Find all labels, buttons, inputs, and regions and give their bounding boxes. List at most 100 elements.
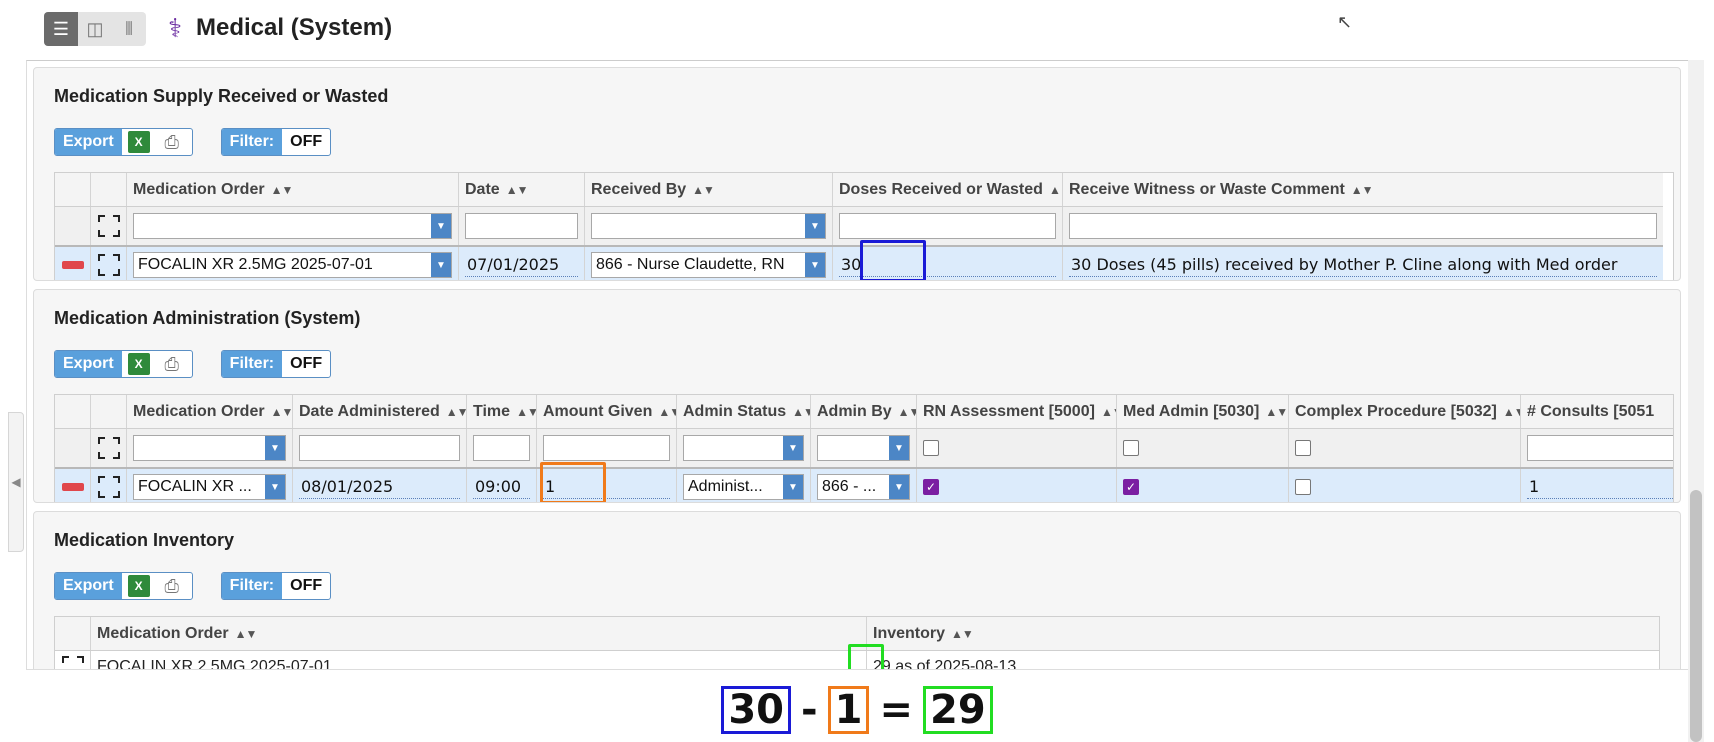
filter-medication-order[interactable]: ▼ xyxy=(127,429,293,467)
sort-icon[interactable]: ▲▼ xyxy=(271,405,292,419)
chevron-down-icon[interactable]: ▼ xyxy=(889,436,909,460)
filter-consults[interactable] xyxy=(1521,429,1673,467)
column-header-time[interactable]: Time ▲▼ xyxy=(467,395,537,428)
sort-icon[interactable]: ▲▼ xyxy=(1101,405,1116,419)
chevron-down-icon[interactable]: ▼ xyxy=(783,475,803,499)
column-header-date-administered[interactable]: Date Administered ▲▼ xyxy=(293,395,467,428)
sort-icon[interactable]: ▲▼ xyxy=(692,183,715,197)
expand-row-icon[interactable] xyxy=(91,469,127,502)
column-header-med-admin[interactable]: Med Admin [5030] ▲▼ xyxy=(1117,395,1289,428)
admin-status-select[interactable]: Administ... ▼ xyxy=(677,469,811,502)
sort-icon[interactable]: ▲▼ xyxy=(235,627,258,641)
column-header-admin-status[interactable]: Admin Status ▲▼ xyxy=(677,395,811,428)
filter-amount-input[interactable] xyxy=(543,435,670,461)
filter-time[interactable] xyxy=(467,429,537,467)
admin-export-button[interactable]: Export xyxy=(55,351,122,377)
filter-received-by[interactable]: ▼ xyxy=(585,207,833,245)
column-header-complex-procedure[interactable]: Complex Procedure [5032] ▲▼ xyxy=(1289,395,1521,428)
rn-assessment-checkbox[interactable]: ✓ xyxy=(923,479,939,495)
sort-icon[interactable]: ▲▼ xyxy=(792,405,810,419)
split-view-icon[interactable]: ◫ xyxy=(78,12,112,46)
medication-order-select[interactable]: FOCALIN XR ... ▼ xyxy=(127,469,293,502)
column-header-rn-assessment[interactable]: RN Assessment [5000] ▲▼ xyxy=(917,395,1117,428)
excel-icon[interactable]: X xyxy=(127,353,150,375)
sort-icon[interactable]: ▲▼ xyxy=(446,405,466,419)
filter-comment[interactable] xyxy=(1063,207,1663,245)
chevron-down-icon[interactable]: ▼ xyxy=(265,475,285,499)
table-row[interactable]: FOCALIN XR ... ▼ 08/01/2025 09:00 1 Admin… xyxy=(55,469,1673,502)
sort-icon[interactable]: ▲▼ xyxy=(898,405,916,419)
supply-export-button[interactable]: Export xyxy=(55,129,122,155)
amount-given-field[interactable]: 1 xyxy=(537,469,677,502)
filter-doses-input[interactable] xyxy=(839,213,1056,239)
filter-date[interactable] xyxy=(459,207,585,245)
column-header-amount-given[interactable]: Amount Given ▲▼ xyxy=(537,395,677,428)
column-view-icon[interactable]: ⫴ xyxy=(112,12,146,46)
filter-date-administered[interactable] xyxy=(293,429,467,467)
medication-order-select[interactable]: FOCALIN XR 2.5MG 2025-07-01 ▼ xyxy=(127,247,459,280)
chevron-down-icon[interactable]: ▼ xyxy=(431,214,451,238)
admin-filter-toggle[interactable]: Filter: OFF xyxy=(220,350,332,378)
sort-icon[interactable]: ▲▼ xyxy=(658,405,676,419)
filter-time-input[interactable] xyxy=(473,435,530,461)
chevron-down-icon[interactable]: ▼ xyxy=(431,253,451,277)
column-header-received-by[interactable]: Received By ▲▼ xyxy=(585,173,833,206)
expand-all-icon[interactable] xyxy=(91,207,127,245)
chevron-down-icon[interactable]: ▼ xyxy=(805,214,825,238)
filter-complex-procedure[interactable] xyxy=(1289,429,1521,467)
received-by-select[interactable]: 866 - Nurse Claudette, RN ▼ xyxy=(585,247,833,280)
column-header-medication-order[interactable]: Medication Order ▲▼ xyxy=(127,173,459,206)
filter-rn-assessment[interactable] xyxy=(917,429,1117,467)
consults-field[interactable]: 1 xyxy=(1521,469,1673,502)
complex-procedure-checkbox[interactable] xyxy=(1295,479,1311,495)
expand-all-icon[interactable] xyxy=(91,429,127,467)
expand-row-icon[interactable] xyxy=(55,651,91,669)
sort-icon[interactable]: ▲▼ xyxy=(1503,405,1520,419)
delete-row-icon[interactable] xyxy=(55,469,91,502)
filter-medication-order[interactable]: ▼ xyxy=(127,207,459,245)
list-view-icon[interactable]: ☰ xyxy=(44,12,78,46)
print-icon[interactable]: ⎙ xyxy=(160,575,184,597)
sort-icon[interactable]: ▲▼ xyxy=(951,627,974,641)
column-header-admin-by[interactable]: Admin By ▲▼ xyxy=(811,395,917,428)
column-header-doses[interactable]: Doses Received or Wasted ▲▼ xyxy=(833,173,1063,206)
sort-icon[interactable]: ▲▼ xyxy=(1049,183,1062,197)
sort-icon[interactable]: ▲▼ xyxy=(506,183,529,197)
filter-admin-status[interactable]: ▼ xyxy=(677,429,811,467)
filter-comment-input[interactable] xyxy=(1069,213,1657,239)
sort-icon[interactable]: ▲▼ xyxy=(1351,183,1374,197)
filter-complex-procedure-checkbox[interactable] xyxy=(1295,440,1311,456)
collapse-left-panel-button[interactable]: ◀ xyxy=(8,412,24,552)
table-row[interactable]: FOCALIN XR 2.5MG 2025-07-01 ▼ 07/01/2025 … xyxy=(55,247,1663,280)
time-field[interactable]: 09:00 xyxy=(467,469,537,502)
date-field[interactable]: 07/01/2025 xyxy=(459,247,585,280)
sort-icon[interactable]: ▲▼ xyxy=(516,405,536,419)
doses-field[interactable]: 30 xyxy=(833,247,1063,280)
filter-date-input[interactable] xyxy=(299,435,460,461)
filter-amount-given[interactable] xyxy=(537,429,677,467)
inventory-export-button[interactable]: Export xyxy=(55,573,122,599)
inventory-filter-toggle[interactable]: Filter: OFF xyxy=(220,572,332,600)
table-row[interactable]: FOCALIN XR 2.5MG 2025-07-01 29 as of 202… xyxy=(55,651,1659,669)
filter-doses[interactable] xyxy=(833,207,1063,245)
filter-admin-by[interactable]: ▼ xyxy=(811,429,917,467)
supply-filter-toggle[interactable]: Filter: OFF xyxy=(220,128,332,156)
filter-consults-input[interactable] xyxy=(1527,435,1673,461)
column-header-consults[interactable]: # Consults [5051 xyxy=(1521,395,1673,428)
print-icon[interactable]: ⎙ xyxy=(160,353,184,375)
sort-icon[interactable]: ▲▼ xyxy=(271,183,294,197)
med-admin-checkbox[interactable]: ✓ xyxy=(1123,479,1139,495)
excel-icon[interactable]: X xyxy=(127,575,150,597)
expand-row-icon[interactable] xyxy=(91,247,127,280)
column-header-medication-order[interactable]: Medication Order ▲▼ xyxy=(91,617,867,650)
column-header-medication-order[interactable]: Medication Order ▲▼ xyxy=(127,395,293,428)
filter-med-admin-checkbox[interactable] xyxy=(1123,440,1139,456)
filter-med-admin[interactable] xyxy=(1117,429,1289,467)
admin-by-select[interactable]: 866 - ... ▼ xyxy=(811,469,917,502)
column-header-date[interactable]: Date ▲▼ xyxy=(459,173,585,206)
date-administered-field[interactable]: 08/01/2025 xyxy=(293,469,467,502)
column-header-inventory[interactable]: Inventory ▲▼ xyxy=(867,617,1659,650)
excel-icon[interactable]: X xyxy=(127,131,150,153)
print-icon[interactable]: ⎙ xyxy=(160,131,184,153)
column-header-comment[interactable]: Receive Witness or Waste Comment ▲▼ xyxy=(1063,173,1663,206)
